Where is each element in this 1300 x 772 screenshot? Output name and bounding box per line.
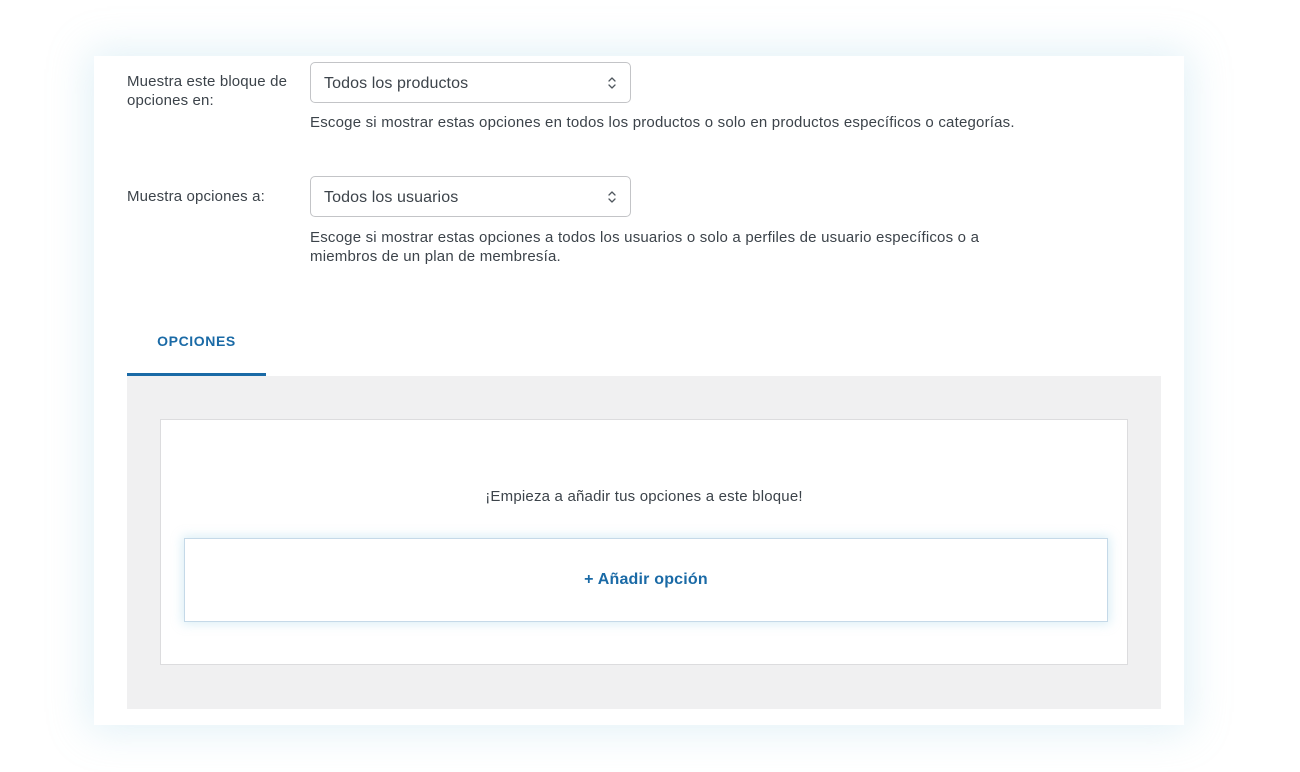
display-options-select-value: Todos los usuarios [324, 189, 459, 206]
options-container: ¡Empieza a añadir tus opciones a este bl… [160, 419, 1128, 665]
add-option-button[interactable]: + Añadir opción [184, 538, 1108, 622]
empty-options-message: ¡Empieza a añadir tus opciones a este bl… [485, 488, 803, 505]
options-panel: ¡Empieza a añadir tus opciones a este bl… [127, 376, 1161, 709]
display-options-select[interactable]: Todos los usuarios [310, 176, 631, 217]
tab-opciones[interactable]: OPCIONES [127, 317, 266, 376]
chevron-up-down-icon [607, 188, 617, 206]
display-block-help: Escoge si mostrar estas opciones en todo… [310, 114, 1015, 131]
display-block-label: Muestra este bloque de opciones en: [127, 73, 288, 109]
display-block-select-value: Todos los productos [324, 75, 469, 92]
display-block-select[interactable]: Todos los productos [310, 62, 631, 103]
display-options-help: Escoge si mostrar estas opciones a todos… [310, 229, 980, 265]
settings-card: Muestra este bloque de opciones en: Todo… [94, 56, 1184, 725]
display-options-label: Muestra opciones a: [127, 188, 265, 205]
chevron-up-down-icon [607, 74, 617, 92]
